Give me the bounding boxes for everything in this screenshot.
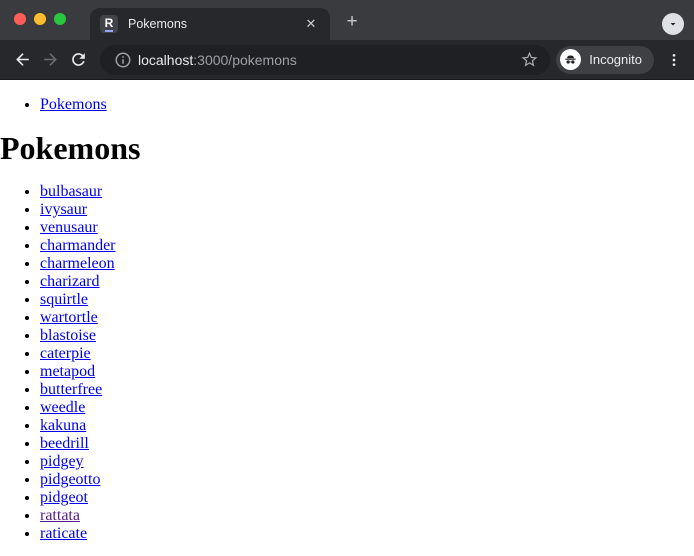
pokemon-link[interactable]: metapod: [40, 363, 95, 380]
pokemon-list-item: weedle: [40, 399, 694, 417]
pokemon-list-item: rattata: [40, 507, 694, 525]
chevron-down-icon[interactable]: [662, 13, 684, 35]
browser-tab[interactable]: R Pokemons ✕: [90, 8, 330, 40]
nav-link[interactable]: Pokemons: [40, 96, 107, 113]
url-text[interactable]: localhost:3000/pokemons: [138, 52, 518, 68]
pokemon-link[interactable]: weedle: [40, 399, 85, 416]
toolbar: localhost:3000/pokemons Incognito: [0, 40, 694, 80]
pokemon-list-item: charmander: [40, 237, 694, 255]
tab-title: Pokemons: [128, 17, 188, 31]
nav-list: Pokemons: [0, 96, 694, 114]
pokemon-link[interactable]: venusaur: [40, 219, 98, 236]
pokemon-link[interactable]: ivysaur: [40, 201, 87, 218]
pokemon-list: bulbasaurivysaurvenusaurcharmandercharme…: [0, 183, 694, 543]
pokemon-link[interactable]: raticate: [40, 525, 87, 542]
forward-button[interactable]: [36, 46, 64, 74]
new-tab-button[interactable]: +: [340, 10, 364, 34]
window-minimize-button[interactable]: [34, 13, 46, 25]
pokemon-link[interactable]: caterpie: [40, 345, 91, 362]
site-info-icon[interactable]: [114, 51, 132, 69]
pokemon-list-item: metapod: [40, 363, 694, 381]
pokemon-link[interactable]: squirtle: [40, 291, 88, 308]
pokemon-list-item: charizard: [40, 273, 694, 291]
browser-window: R Pokemons ✕ + localhost:3000/pokemons I…: [0, 0, 694, 556]
pokemon-list-item: wartortle: [40, 309, 694, 327]
pokemon-list-item: pidgeot: [40, 489, 694, 507]
window-zoom-button[interactable]: [54, 13, 66, 25]
url-path: :3000/pokemons: [193, 51, 297, 68]
incognito-icon: [560, 49, 582, 70]
bookmark-star-icon[interactable]: [518, 49, 540, 71]
pokemon-link[interactable]: butterfree: [40, 381, 102, 398]
pokemon-link[interactable]: pidgey: [40, 453, 84, 470]
remix-favicon-icon: R: [100, 15, 118, 33]
pokemon-link[interactable]: charizard: [40, 273, 100, 290]
tab-strip: R Pokemons ✕ +: [0, 0, 694, 40]
pokemon-list-item: squirtle: [40, 291, 694, 309]
pokemon-list-item: pidgeotto: [40, 471, 694, 489]
pokemon-link[interactable]: blastoise: [40, 327, 96, 344]
pokemon-list-item: ivysaur: [40, 201, 694, 219]
pokemon-link[interactable]: wartortle: [40, 309, 98, 326]
pokemon-list-item: beedrill: [40, 435, 694, 453]
pokemon-list-item: charmeleon: [40, 255, 694, 273]
pokemon-list-item: bulbasaur: [40, 183, 694, 201]
pokemon-link[interactable]: kakuna: [40, 417, 86, 434]
incognito-label: Incognito: [589, 52, 642, 67]
pokemon-link[interactable]: rattata: [40, 507, 80, 524]
incognito-badge: Incognito: [556, 45, 654, 74]
browser-menu-icon[interactable]: [662, 48, 686, 72]
pokemon-link[interactable]: pidgeotto: [40, 471, 100, 488]
pokemon-link[interactable]: charmander: [40, 237, 116, 254]
url-host: localhost: [138, 51, 194, 68]
favicon-letter: R: [104, 15, 114, 32]
pokemon-link[interactable]: beedrill: [40, 435, 89, 452]
pokemon-list-item: raticate: [40, 525, 694, 543]
pokemon-link[interactable]: bulbasaur: [40, 183, 102, 200]
page-title: Pokemons: [0, 130, 141, 166]
pokemon-list-item: venusaur: [40, 219, 694, 237]
page-content: Pokemons Pokemons bulbasaurivysaurvenusa…: [0, 80, 694, 556]
address-bar[interactable]: localhost:3000/pokemons: [100, 44, 551, 75]
pokemon-list-item: kakuna: [40, 417, 694, 435]
window-close-button[interactable]: [14, 13, 26, 25]
nav-list-item: Pokemons: [40, 96, 694, 114]
pokemon-list-item: caterpie: [40, 345, 694, 363]
pokemon-link[interactable]: pidgeot: [40, 489, 88, 506]
pokemon-list-item: butterfree: [40, 381, 694, 399]
pokemon-link[interactable]: charmeleon: [40, 255, 115, 272]
tab-close-icon[interactable]: ✕: [302, 15, 320, 33]
pokemon-list-item: pidgey: [40, 453, 694, 471]
pokemon-list-item: blastoise: [40, 327, 694, 345]
reload-button[interactable]: [64, 46, 92, 74]
back-button[interactable]: [8, 46, 36, 74]
window-controls: [14, 13, 66, 27]
